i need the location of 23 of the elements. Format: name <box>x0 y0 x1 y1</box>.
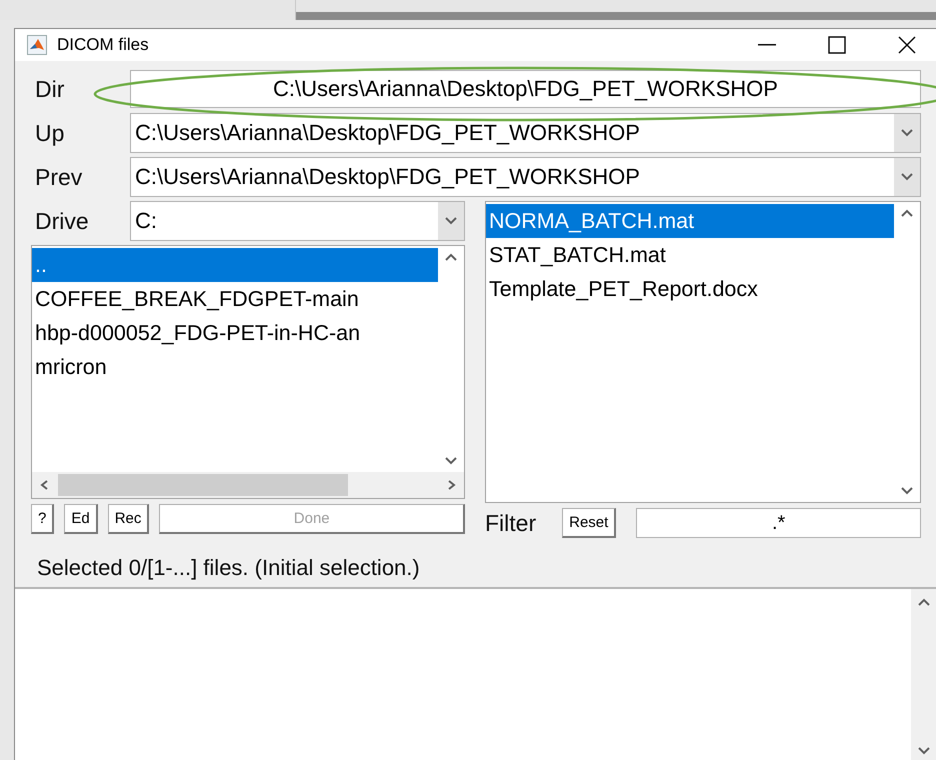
field-label: Drive <box>34 208 90 234</box>
folder-item[interactable]: hbp-d000052_FDG-PET-in-HC-an <box>32 316 438 350</box>
folder-item[interactable]: .. <box>32 248 438 282</box>
field-label: Dir <box>34 76 66 102</box>
filter-field[interactable]: .* <box>636 508 921 538</box>
drive-dropdown[interactable]: C: <box>130 201 465 241</box>
file-item[interactable]: NORMA_BATCH.mat <box>486 204 894 238</box>
file-item[interactable]: STAT_BATCH.mat <box>486 238 894 272</box>
status-text: Selected 0/[1-...] files. (Initial selection.) <box>36 555 421 581</box>
field-label: Prev <box>34 164 84 190</box>
filter-label: Filter <box>485 510 536 536</box>
directory-field[interactable]: C:\Users\Arianna\Desktop\FDG_PET_WORKSHOP <box>130 70 921 108</box>
path-dropdown[interactable]: C:\Users\Arianna\Desktop\FDG_PET_WORKSHOP <box>130 113 921 153</box>
toolbar-button[interactable]: Ed <box>64 504 98 534</box>
toolbar-button[interactable]: ? <box>31 504 54 534</box>
window-title: DICOM files <box>57 35 150 55</box>
file-item[interactable]: Template_PET_Report.docx <box>486 272 894 306</box>
path-dropdown[interactable]: C:\Users\Arianna\Desktop\FDG_PET_WORKSHOP <box>130 157 921 197</box>
reset-button[interactable]: Reset <box>562 508 616 538</box>
folder-item[interactable]: COFFEE_BREAK_FDGPET-main <box>32 282 438 316</box>
toolbar-button[interactable]: Rec <box>108 504 150 534</box>
folder-item[interactable]: mricron <box>32 350 438 384</box>
field-label: Up <box>34 120 66 146</box>
